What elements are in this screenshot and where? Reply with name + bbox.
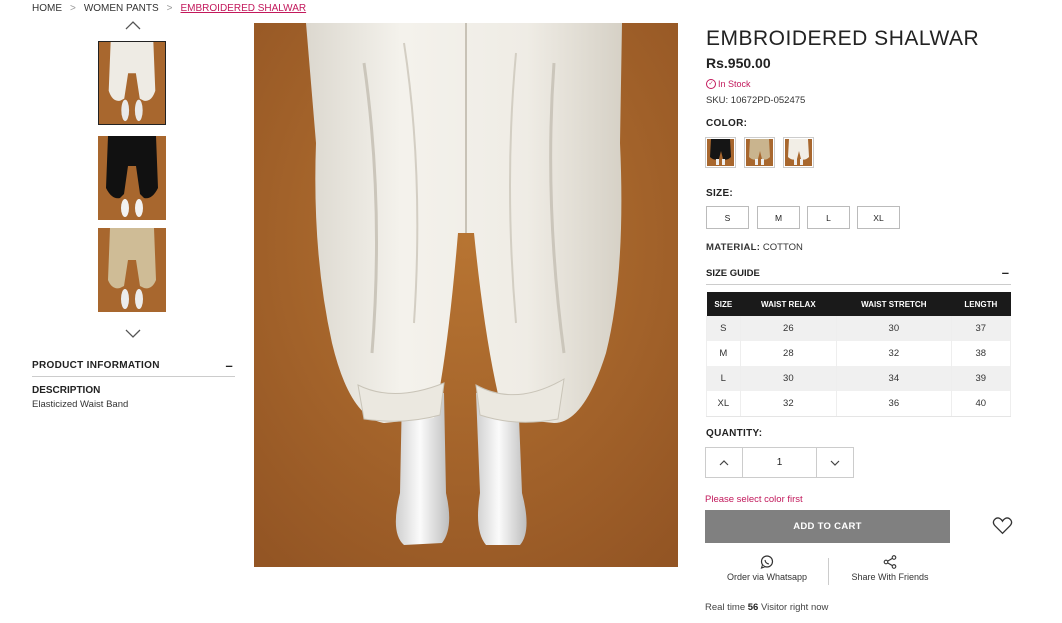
column-header: SIZE <box>706 292 741 316</box>
swatch-image <box>746 139 773 166</box>
product-sku: SKU: 10672PD-052475 <box>706 95 806 106</box>
table-cell: M <box>706 341 741 366</box>
material-value: COTTON <box>762 242 803 253</box>
table-cell: 38 <box>950 341 1012 366</box>
add-to-cart-button[interactable]: ADD TO CART <box>705 510 950 543</box>
visitor-prefix: Real time <box>705 602 746 613</box>
size-option-xl[interactable]: XL <box>857 206 900 229</box>
table-row: M 28 32 38 <box>706 341 1012 366</box>
column-header: WAIST RELAX <box>740 292 837 316</box>
table-row: S 26 30 37 <box>706 316 1012 341</box>
color-swatch-beige[interactable] <box>744 137 775 168</box>
product-photo <box>254 23 678 567</box>
quantity-label: QUANTITY: <box>706 428 763 439</box>
column-header: LENGTH <box>951 292 1011 316</box>
breadcrumb: HOME > WOMEN PANTS > EMBROIDERED SHALWAR <box>32 3 306 14</box>
material-info: MATERIAL: COTTON <box>706 242 803 253</box>
visitor-counter: Real time 56 Visitor right now <box>705 602 828 613</box>
whatsapp-icon <box>760 555 774 569</box>
table-cell: 37 <box>950 316 1012 341</box>
chevron-up-icon <box>125 20 141 29</box>
size-label: SIZE: <box>706 188 734 199</box>
product-thumbnail-image <box>99 42 165 124</box>
product-price: Rs.950.00 <box>706 55 771 71</box>
table-cell: 36 <box>836 391 952 417</box>
thumbnail-down-button[interactable] <box>124 327 142 339</box>
chevron-down-icon <box>830 460 840 466</box>
visitor-count: 56 <box>747 602 759 613</box>
thumbnail-black[interactable] <box>98 136 166 220</box>
thumbnail-up-button[interactable] <box>124 19 142 31</box>
color-label: COLOR: <box>706 118 748 129</box>
size-option-m[interactable]: M <box>757 206 800 229</box>
table-cell: 32 <box>739 391 838 417</box>
product-information-toggle[interactable]: PRODUCT INFORMATION – <box>32 358 235 377</box>
table-header-row: SIZE WAIST RELAX WAIST STRETCH LENGTH <box>706 292 1011 316</box>
swatch-image <box>707 139 734 166</box>
size-guide-heading: SIZE GUIDE <box>706 268 760 279</box>
share-with-friends-link[interactable]: Share With Friends <box>848 555 932 582</box>
column-header: WAIST STRETCH <box>836 292 952 316</box>
material-label: MATERIAL: <box>706 242 761 253</box>
table-cell: 30 <box>739 366 838 391</box>
size-guide-toggle[interactable]: SIZE GUIDE – <box>706 265 1011 285</box>
thumbnail-white[interactable] <box>98 41 166 125</box>
chevron-down-icon <box>125 329 141 338</box>
chevron-up-icon <box>719 459 729 465</box>
share-with-friends-label: Share With Friends <box>851 572 929 582</box>
table-cell: 40 <box>950 391 1012 417</box>
color-warning: Please select color first <box>705 494 803 505</box>
color-swatch-white[interactable] <box>783 137 814 168</box>
table-row: L 30 34 39 <box>706 366 1012 391</box>
product-information-heading: PRODUCT INFORMATION <box>32 360 160 371</box>
swatch-image <box>785 139 812 166</box>
description-label: DESCRIPTION <box>32 385 101 396</box>
collapse-icon: – <box>225 358 233 373</box>
heart-icon <box>992 517 1013 535</box>
product-thumbnail-image <box>98 228 166 312</box>
breadcrumb-category-link[interactable]: WOMEN PANTS <box>84 3 159 14</box>
order-via-whatsapp-link[interactable]: Order via Whatsapp <box>724 555 810 582</box>
product-title: EMBROIDERED SHALWAR <box>706 27 980 50</box>
breadcrumb-home-link[interactable]: HOME <box>32 3 62 14</box>
main-product-image[interactable] <box>254 23 678 567</box>
quantity-stepper: 1 <box>705 447 854 478</box>
visitor-suffix: Visitor right now <box>760 602 829 613</box>
chevron-right-icon: > <box>166 3 173 14</box>
share-icon <box>883 555 897 569</box>
stock-status-text: In Stock <box>718 79 751 89</box>
quantity-input[interactable]: 1 <box>743 448 816 477</box>
thumbnail-beige[interactable] <box>98 228 166 312</box>
table-cell: XL <box>706 391 741 417</box>
size-guide-table: SIZE WAIST RELAX WAIST STRETCH LENGTH S … <box>706 292 1012 417</box>
wishlist-button[interactable] <box>992 516 1013 535</box>
table-cell: 26 <box>739 316 838 341</box>
description-text: Elasticized Waist Band <box>32 399 129 410</box>
table-cell: 32 <box>836 341 952 366</box>
table-cell: 39 <box>950 366 1012 391</box>
table-cell: 30 <box>836 316 952 341</box>
order-via-whatsapp-label: Order via Whatsapp <box>726 572 808 582</box>
quantity-decrease-button[interactable] <box>816 448 853 477</box>
collapse-icon: – <box>1001 265 1009 280</box>
quantity-increase-button[interactable] <box>706 448 743 477</box>
table-cell: S <box>706 316 741 341</box>
chevron-right-icon: > <box>70 3 76 14</box>
product-thumbnail-image <box>98 136 166 220</box>
share-divider <box>828 558 829 585</box>
size-option-l[interactable]: L <box>807 206 850 229</box>
stock-status: ✓ In Stock <box>706 79 751 89</box>
table-cell: 28 <box>739 341 838 366</box>
table-row: XL 32 36 40 <box>706 391 1012 417</box>
color-swatch-black[interactable] <box>705 137 736 168</box>
table-cell: L <box>706 366 741 391</box>
size-option-s[interactable]: S <box>706 206 749 229</box>
breadcrumb-current[interactable]: EMBROIDERED SHALWAR <box>181 3 307 14</box>
table-cell: 34 <box>836 366 952 391</box>
check-circle-icon: ✓ <box>706 79 716 89</box>
